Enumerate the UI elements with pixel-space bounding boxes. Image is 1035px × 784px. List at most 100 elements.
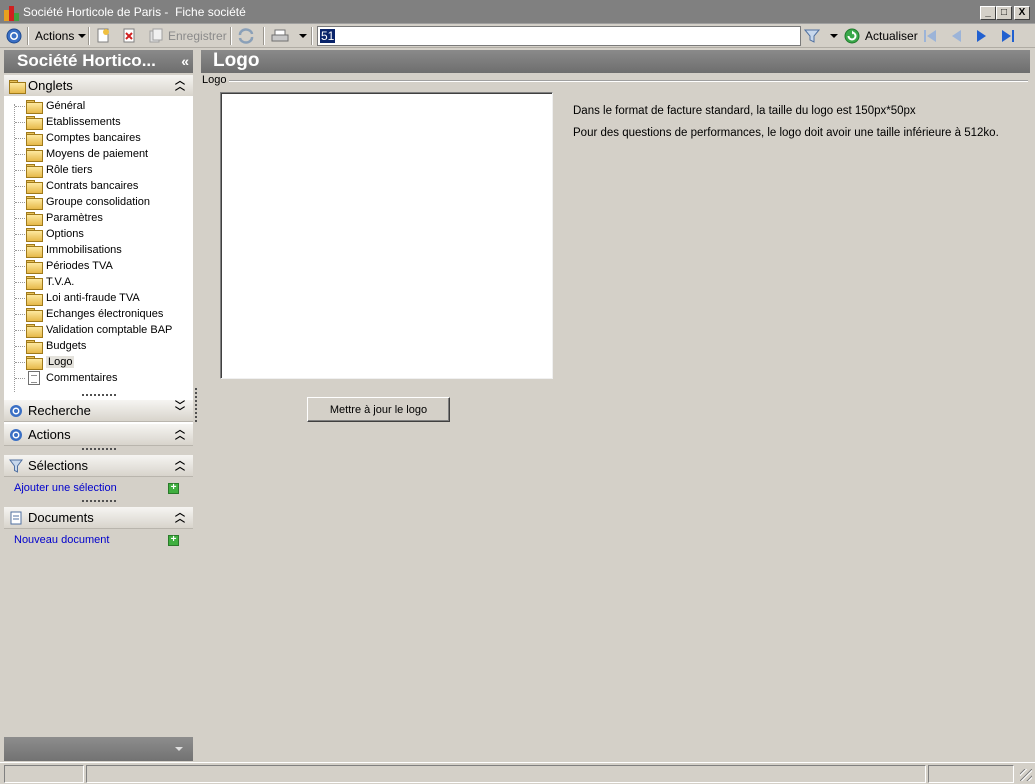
update-logo-button[interactable]: Mettre à jour le logo	[307, 397, 450, 422]
save-icon	[148, 28, 164, 44]
expand-icon[interactable]: ﹀ ﹀	[175, 402, 185, 418]
collapse-icon[interactable]: ︿ ︿	[175, 426, 185, 442]
folder-icon	[26, 132, 43, 146]
company-header: Société Hortico... «	[4, 50, 193, 73]
status-cell	[86, 765, 926, 783]
add-selection-link[interactable]: Ajouter une sélection	[14, 482, 117, 494]
tab-item[interactable]: Commentaires	[26, 370, 118, 386]
filter-icon	[9, 459, 23, 473]
disc-icon	[9, 404, 23, 418]
delete-button[interactable]	[121, 27, 137, 45]
panel-resize-grip[interactable]	[82, 448, 116, 451]
collapse-icon[interactable]: ︿ ︿	[175, 457, 185, 473]
search-panel-header[interactable]: Recherche ﹀ ﹀	[4, 400, 193, 422]
tabs-tree: Général Etablissements Comptes bancaires Mo…	[4, 96, 193, 436]
app-menu-button[interactable]	[6, 27, 22, 45]
close-button[interactable]: X	[1014, 6, 1030, 20]
chevron-down-icon[interactable]	[299, 34, 307, 38]
disc-icon	[9, 428, 23, 442]
main-toolbar: Actions Enregistrer 51 Actualiser	[0, 24, 1035, 48]
sidebar-splitter[interactable]	[195, 388, 197, 422]
new-button[interactable]	[95, 27, 111, 45]
filter-button[interactable]	[803, 27, 838, 45]
add-icon[interactable]: +	[168, 535, 179, 546]
tabs-panel-header[interactable]: Onglets ︿ ︿	[4, 75, 193, 97]
print-button[interactable]	[271, 27, 307, 45]
first-icon	[922, 28, 938, 44]
tab-item[interactable]: Moyens de paiement	[26, 146, 148, 162]
resize-grip-icon[interactable]	[1020, 769, 1032, 781]
new-document-link[interactable]: Nouveau document	[14, 534, 109, 546]
tab-item-label: Paramètres	[46, 212, 103, 224]
documents-panel-header[interactable]: Documents ︿ ︿	[4, 507, 193, 529]
tabs-panel-title: Onglets	[28, 78, 73, 93]
tab-item[interactable]: Budgets	[26, 338, 86, 354]
search-input-value: 51	[320, 29, 336, 43]
logo-weight-info: Pour des questions de performances, le l…	[573, 127, 999, 139]
tab-item-label: Echanges électroniques	[46, 308, 164, 320]
folder-icon	[26, 100, 43, 114]
collapse-icon[interactable]: ︿ ︿	[175, 509, 185, 525]
refresh-icon	[844, 28, 860, 44]
tab-item-label: Périodes TVA	[46, 260, 113, 272]
tab-item[interactable]: Général	[26, 98, 85, 114]
next-record-button[interactable]	[974, 27, 990, 45]
app-logo-icon	[4, 6, 20, 22]
tab-item[interactable]: Immobilisations	[26, 242, 122, 258]
maximize-button[interactable]: □	[996, 6, 1012, 20]
sidebar-overflow-bar[interactable]	[4, 737, 193, 761]
first-record-button[interactable]	[922, 27, 938, 45]
tab-item-label: Commentaires	[46, 372, 118, 384]
add-icon[interactable]: +	[168, 483, 179, 494]
toolbar-separator	[230, 27, 232, 45]
collapse-sidebar-icon[interactable]: «	[181, 53, 189, 69]
tree-connector	[15, 266, 25, 267]
chevron-down-icon[interactable]	[830, 34, 838, 38]
tab-item-label: Loi anti-fraude TVA	[46, 292, 140, 304]
logo-size-info: Dans le format de facture standard, la t…	[573, 105, 916, 117]
chevron-down-icon	[78, 34, 87, 38]
refresh-button[interactable]: Actualiser	[844, 27, 918, 45]
tab-item-label: Groupe consolidation	[46, 196, 150, 208]
last-record-button[interactable]	[1000, 27, 1016, 45]
minimize-icon: _	[985, 7, 991, 18]
tab-item[interactable]: Validation comptable BAP	[26, 322, 172, 338]
tab-item[interactable]: Rôle tiers	[26, 162, 92, 178]
tab-item[interactable]: Etablissements	[26, 114, 121, 130]
tab-item[interactable]: Options	[26, 226, 84, 242]
save-button[interactable]: Enregistrer	[148, 27, 227, 45]
folder-icon	[26, 276, 43, 290]
sync-button[interactable]	[237, 27, 254, 45]
actions-menu-button[interactable]: Actions	[35, 27, 87, 45]
minimize-button[interactable]: _	[980, 6, 996, 20]
groupbox-border	[228, 80, 1028, 82]
logo-preview[interactable]	[220, 92, 553, 379]
selections-panel-header[interactable]: Sélections ︿ ︿	[4, 455, 193, 477]
tab-item[interactable]: Comptes bancaires	[26, 130, 141, 146]
filter-icon	[803, 28, 821, 44]
tab-item[interactable]: Contrats bancaires	[26, 178, 138, 194]
chevron-down-icon[interactable]	[175, 747, 183, 751]
tab-item[interactable]: Paramètres	[26, 210, 103, 226]
tab-item[interactable]: Loi anti-fraude TVA	[26, 290, 140, 306]
comment-document-icon	[28, 371, 40, 385]
last-icon	[1000, 28, 1016, 44]
tree-connector	[14, 104, 15, 392]
tab-item[interactable]: Echanges électroniques	[26, 306, 163, 322]
collapse-icon[interactable]: ︿ ︿	[175, 77, 185, 93]
panel-resize-grip[interactable]	[82, 394, 116, 397]
delete-icon	[121, 28, 137, 44]
tab-item[interactable]: T.V.A.	[26, 274, 74, 290]
panel-resize-grip[interactable]	[82, 500, 116, 503]
tree-connector	[15, 234, 25, 235]
record-search-input[interactable]: 51	[317, 26, 801, 46]
tree-connector	[15, 346, 25, 347]
tab-item[interactable]: Logo	[26, 354, 75, 370]
actions-panel-header[interactable]: Actions ︿ ︿	[4, 424, 193, 446]
save-label: Enregistrer	[168, 29, 227, 43]
page-title: Logo	[201, 50, 1030, 73]
tab-item[interactable]: Groupe consolidation	[26, 194, 150, 210]
tab-item[interactable]: Périodes TVA	[26, 258, 113, 274]
folder-icon	[26, 228, 43, 242]
previous-record-button[interactable]	[948, 27, 964, 45]
